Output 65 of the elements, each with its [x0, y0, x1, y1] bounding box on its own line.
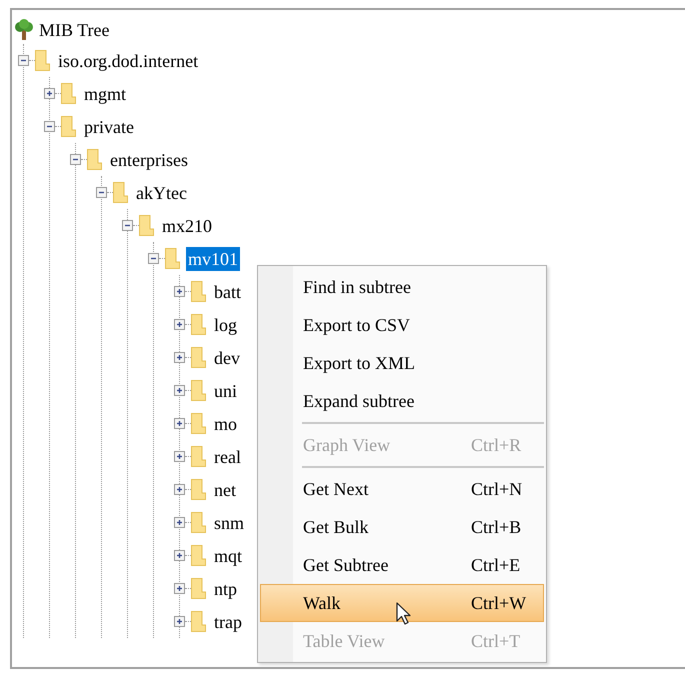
- menu-item[interactable]: Expand subtree: [260, 382, 544, 420]
- collapse-icon[interactable]: [70, 154, 81, 165]
- folder-icon: [61, 116, 76, 137]
- folder-icon: [191, 446, 206, 467]
- expand-icon[interactable]: [174, 418, 185, 429]
- tree-node[interactable]: net: [212, 478, 238, 502]
- tree-node[interactable]: uni: [212, 378, 240, 402]
- folder-icon: [165, 248, 180, 269]
- tree-node[interactable]: dev: [212, 346, 242, 370]
- collapse-icon[interactable]: [44, 121, 55, 132]
- expand-icon[interactable]: [174, 583, 185, 594]
- tree-node[interactable]: mqt: [212, 544, 244, 568]
- expand-icon[interactable]: [174, 352, 185, 363]
- menu-item[interactable]: Find in subtree: [260, 268, 544, 306]
- expand-icon[interactable]: [174, 484, 185, 495]
- tree-icon: [13, 19, 35, 41]
- folder-icon: [191, 512, 206, 533]
- tree-node[interactable]: mgmt: [82, 82, 128, 106]
- expand-icon[interactable]: [174, 550, 185, 561]
- expand-icon[interactable]: [174, 319, 185, 330]
- expand-icon[interactable]: [174, 451, 185, 462]
- folder-icon: [191, 347, 206, 368]
- menu-item[interactable]: Get Subtree Ctrl+E: [260, 546, 544, 584]
- menu-item[interactable]: Walk Ctrl+W: [260, 584, 544, 622]
- tree-node[interactable]: ntp: [212, 576, 240, 600]
- tree-node[interactable]: mo: [212, 412, 240, 436]
- menu-item[interactable]: Export to CSV: [260, 306, 544, 344]
- folder-icon: [87, 149, 102, 170]
- menu-item[interactable]: Get Bulk Ctrl+B: [260, 508, 544, 546]
- folder-icon: [139, 215, 154, 236]
- tree-title: MIB Tree: [39, 20, 110, 40]
- collapse-icon[interactable]: [148, 253, 159, 264]
- tree-node[interactable]: batt: [212, 280, 243, 304]
- folder-icon: [191, 611, 206, 632]
- menu-item[interactable]: Get Next Ctrl+N: [260, 470, 544, 508]
- folder-icon: [191, 578, 206, 599]
- folder-icon: [191, 545, 206, 566]
- tree-node[interactable]: log: [212, 312, 240, 336]
- folder-icon: [35, 50, 50, 71]
- collapse-icon[interactable]: [122, 220, 133, 231]
- folder-icon: [191, 281, 206, 302]
- tree-node[interactable]: trap: [212, 610, 244, 634]
- collapse-icon[interactable]: [18, 55, 29, 66]
- expand-icon[interactable]: [174, 616, 185, 627]
- tree-node[interactable]: mv101: [186, 246, 240, 270]
- expand-icon[interactable]: [174, 286, 185, 297]
- tree-node[interactable]: enterprises: [108, 148, 190, 172]
- expand-icon[interactable]: [174, 517, 185, 528]
- tree-node[interactable]: mx210: [160, 214, 214, 238]
- tree-node[interactable]: iso.org.dod.internet: [56, 48, 200, 72]
- tree-node[interactable]: real: [212, 444, 243, 468]
- folder-icon: [191, 380, 206, 401]
- tree-node[interactable]: private: [82, 114, 136, 138]
- tree-node[interactable]: akYtec: [134, 180, 189, 204]
- tree-node[interactable]: snm: [212, 510, 246, 534]
- expand-icon[interactable]: [44, 88, 55, 99]
- folder-icon: [191, 314, 206, 335]
- folder-icon: [191, 479, 206, 500]
- cursor-icon: [396, 602, 412, 626]
- folder-icon: [113, 182, 128, 203]
- folder-icon: [191, 413, 206, 434]
- menu-item[interactable]: Export to XML: [260, 344, 544, 382]
- folder-icon: [61, 83, 76, 104]
- collapse-icon[interactable]: [96, 187, 107, 198]
- expand-icon[interactable]: [174, 385, 185, 396]
